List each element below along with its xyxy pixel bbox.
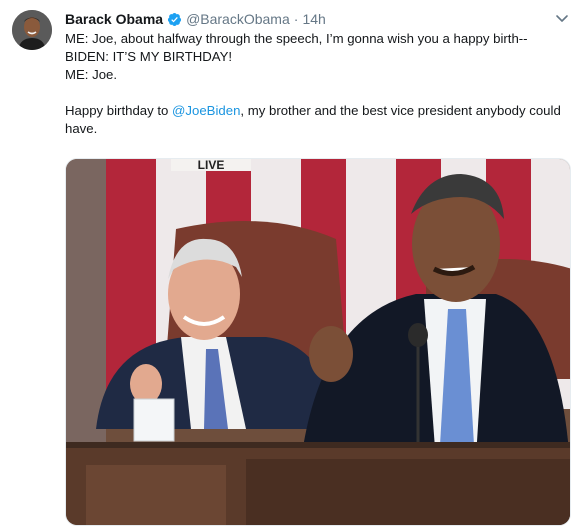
avatar-image <box>12 10 52 50</box>
tweet: Barack Obama @BarackObama · 14h ME: Joe,… <box>0 0 579 529</box>
media-image: LIVE <box>66 159 570 525</box>
live-overlay-text: LIVE <box>198 159 225 172</box>
tweet-paragraph: Happy birthday to @JoeBiden, my brother … <box>65 103 561 136</box>
tweet-media[interactable]: LIVE <box>65 158 571 526</box>
avatar[interactable] <box>12 10 52 50</box>
tweet-line-2: BIDEN: IT’S MY BIRTHDAY! <box>65 49 233 64</box>
tweet-line-1: ME: Joe, about halfway through the speec… <box>65 31 528 46</box>
verified-badge-icon <box>168 12 182 26</box>
author-handle[interactable]: @BarackObama <box>186 11 290 27</box>
tweet-text: ME: Joe, about halfway through the speec… <box>65 30 570 138</box>
mention-link[interactable]: @JoeBiden <box>172 103 240 118</box>
para-before: Happy birthday to <box>65 103 173 118</box>
chevron-down-icon[interactable] <box>554 10 570 26</box>
tweet-line-3: ME: Joe. <box>65 67 118 82</box>
tweet-timestamp[interactable]: 14h <box>302 11 325 27</box>
tweet-header: Barack Obama @BarackObama · 14h <box>65 9 326 29</box>
author-name[interactable]: Barack Obama <box>65 11 163 27</box>
separator-dot: · <box>293 11 299 27</box>
